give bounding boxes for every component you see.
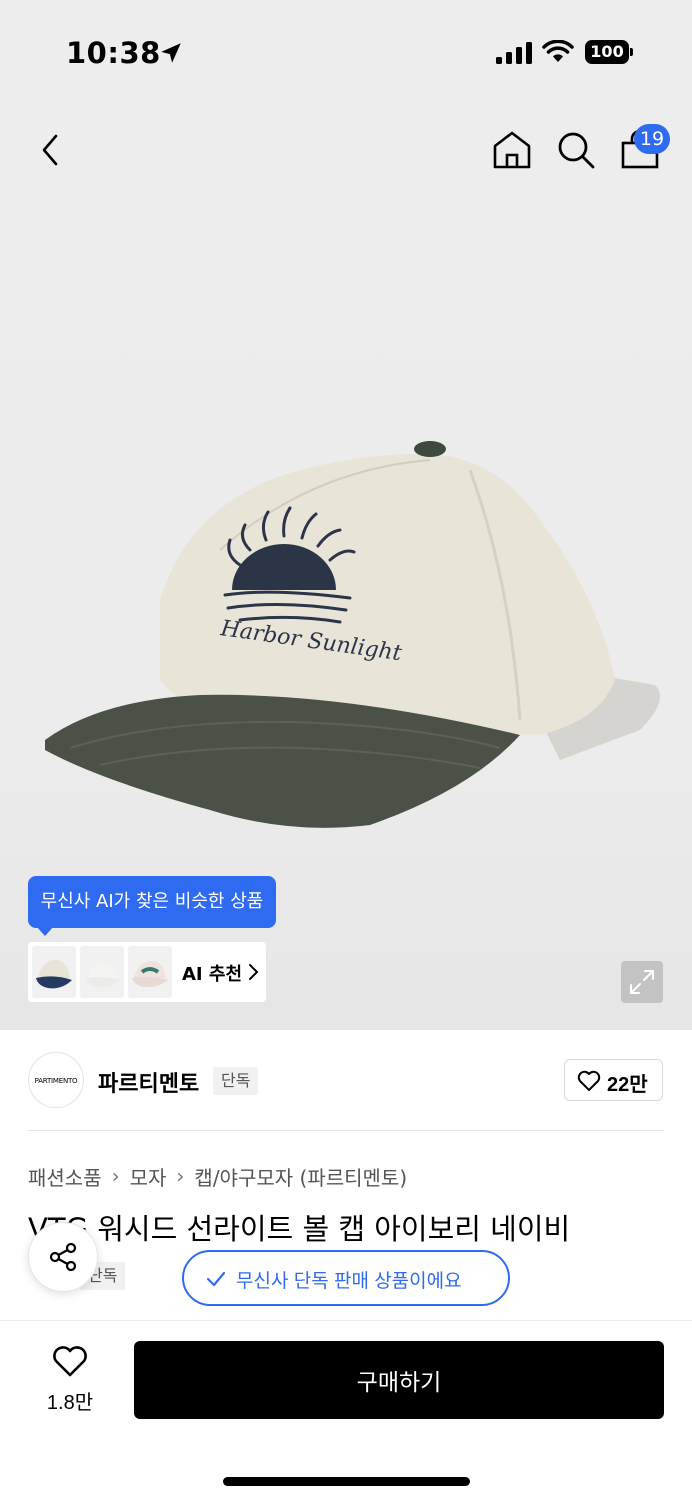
battery-indicator: 100: [585, 40, 633, 64]
cart-count-badge: 19: [634, 124, 670, 154]
check-icon: [206, 1271, 226, 1287]
search-icon: [558, 132, 595, 169]
home-indicator: [223, 1477, 470, 1486]
product-title: VTG 워시드 선라이트 볼 캡 아이보리 네이비: [28, 1212, 571, 1246]
chevron-right-icon: ›: [111, 1164, 120, 1188]
heart-icon: [577, 1070, 601, 1091]
location-arrow-icon: [161, 43, 181, 63]
exclusive-sale-text: 무신사 단독 판매 상품이에요: [236, 1271, 462, 1292]
home-button[interactable]: [490, 128, 534, 172]
brand-logo[interactable]: PARTIMENTO: [28, 1052, 84, 1108]
battery-level: 100: [585, 40, 629, 64]
ai-recommendation-button[interactable]: AI 추천: [28, 942, 266, 1002]
status-bar: 10:38 100: [0, 30, 692, 74]
brand-exclusive-tag: 단독: [213, 1067, 259, 1095]
ai-similar-tooltip: 무신사 AI가 찾은 비슷한 상품: [28, 876, 276, 928]
wishlist-count: 1.8만: [46, 1392, 94, 1414]
brand-like-count: 22만: [607, 1074, 648, 1096]
buy-button[interactable]: 구매하기: [134, 1341, 664, 1419]
ai-rec-label: AI 추천: [182, 964, 243, 985]
search-button[interactable]: [554, 128, 598, 172]
cellular-signal-icon: [496, 42, 532, 64]
heart-icon: [53, 1346, 87, 1377]
wishlist-button[interactable]: 1.8만: [30, 1344, 110, 1416]
home-icon: [493, 131, 531, 169]
divider: [28, 1130, 664, 1131]
back-button[interactable]: [30, 128, 74, 172]
share-button[interactable]: [28, 1222, 98, 1292]
status-time: 10:38: [66, 36, 161, 70]
share-icon: [49, 1242, 77, 1272]
chevron-right-icon: ›: [176, 1164, 185, 1188]
breadcrumb-item[interactable]: 모자: [130, 1162, 167, 1191]
wifi-icon: [542, 40, 574, 62]
breadcrumb-item[interactable]: 캡/야구모자 (파르티멘토): [194, 1162, 407, 1191]
product-image: Harbor Sunlight: [45, 441, 660, 828]
brand-name[interactable]: 파르티멘토: [98, 1066, 199, 1098]
expand-image-button[interactable]: [621, 961, 663, 1003]
exclusive-sale-badge[interactable]: 무신사 단독 판매 상품이에요: [182, 1250, 510, 1306]
brand-like-button[interactable]: 22만: [564, 1059, 663, 1101]
breadcrumb-item[interactable]: 패션소품: [28, 1162, 102, 1191]
ai-rec-thumbnail[interactable]: [128, 946, 172, 998]
breadcrumb: 패션소품 › 모자 › 캡/야구모자 (파르티멘토): [28, 1162, 407, 1190]
chevron-right-icon: [249, 964, 259, 980]
expand-icon: [630, 970, 654, 994]
tooltip-tail: [36, 926, 54, 936]
ai-rec-thumbnail[interactable]: [80, 946, 124, 998]
ai-rec-thumbnail[interactable]: [32, 946, 76, 998]
chevron-left-icon: [42, 134, 58, 166]
